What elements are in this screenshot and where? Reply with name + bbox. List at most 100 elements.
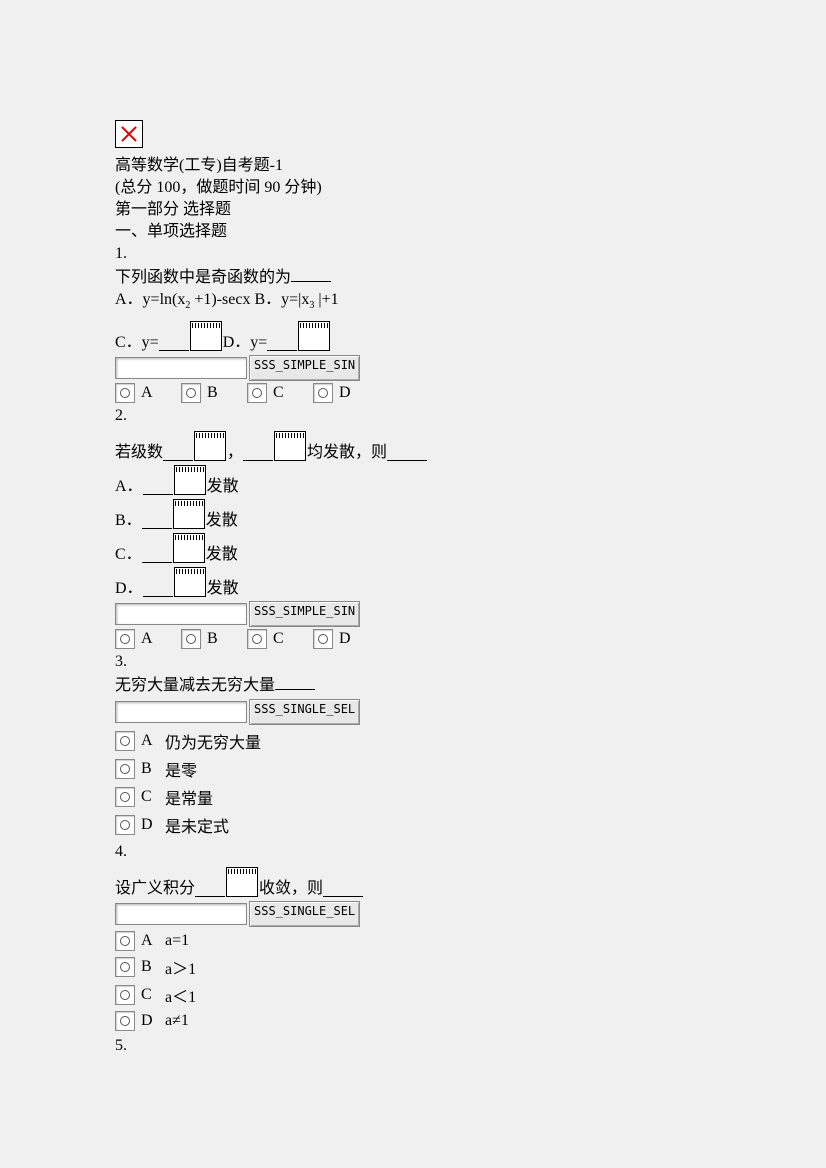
option-letter: B: [141, 760, 157, 778]
radio-option-b[interactable]: B是零: [115, 757, 715, 781]
blank: [291, 265, 331, 282]
radio-icon: [247, 383, 267, 403]
radio-option-a[interactable]: Aa=1: [115, 931, 715, 951]
question-number: 4.: [115, 841, 715, 863]
answer-input[interactable]: [115, 603, 247, 625]
question-type-button[interactable]: SSS_SIMPLE_SIN: [249, 355, 360, 381]
radio-icon: [115, 759, 135, 779]
question-stem: 若级数 ， 均发散，则: [115, 431, 715, 461]
option-text: a=1: [165, 932, 189, 949]
formula-image-placeholder: [298, 321, 330, 351]
option-b: B． 发散: [115, 499, 715, 529]
option-b-after: 发散: [206, 513, 238, 529]
radio-option-d[interactable]: D 是未定式: [115, 813, 715, 837]
formula-image-placeholder: [190, 321, 222, 351]
radio-icon: [313, 383, 333, 403]
blank: [243, 444, 273, 461]
option-letter: D: [339, 384, 355, 402]
option-d-after: 发散: [207, 581, 239, 597]
blank: [387, 444, 427, 461]
option-b-text: B．y=|x: [254, 291, 309, 308]
option-d-text: D．y=: [223, 335, 268, 351]
option-a-after: +1)-secx: [190, 291, 250, 308]
answer-input-row: SSS_SINGLE_SEL: [115, 699, 715, 725]
part-heading: 第一部分 选择题: [115, 199, 715, 221]
formula-image-placeholder: [173, 533, 205, 563]
option-letter: B: [141, 958, 157, 976]
question-number: 5.: [115, 1035, 715, 1057]
radio-option-b[interactable]: Ba＞1: [115, 955, 715, 979]
blank: [195, 880, 225, 897]
radio-option-c[interactable]: C是常量: [115, 785, 715, 809]
formula-image-placeholder: [173, 499, 205, 529]
radio-icon: [115, 985, 135, 1005]
radio-option-b[interactable]: B: [181, 383, 223, 403]
option-text: a＞1: [165, 961, 196, 978]
question-number: 3.: [115, 651, 715, 673]
option-c-text: C．y=: [115, 335, 159, 351]
option-letter: D: [339, 630, 355, 648]
option-row-cd: C．y= D．y=: [115, 321, 715, 351]
option-b-label: B．: [115, 513, 142, 529]
broken-image-icon: [115, 120, 143, 148]
radio-row: A B C D: [115, 383, 715, 403]
radio-option-a[interactable]: A: [115, 383, 157, 403]
answer-input-row: SSS_SINGLE_SEL: [115, 901, 715, 927]
radio-row: A B C D: [115, 629, 715, 649]
answer-input-row: SSS_SIMPLE_SIN: [115, 601, 715, 627]
option-a-after: 发散: [207, 479, 239, 495]
option-letter: A: [141, 630, 157, 648]
radio-icon: [313, 629, 333, 649]
radio-icon: [115, 731, 135, 751]
section-heading: 一、单项选择题: [115, 221, 715, 243]
stem-after: 均发散，则: [307, 445, 387, 461]
radio-option-c[interactable]: C: [247, 383, 289, 403]
blank: [142, 546, 172, 563]
radio-option-c[interactable]: C: [247, 629, 289, 649]
radio-icon: [115, 787, 135, 807]
blank: [143, 580, 173, 597]
radio-icon: [115, 815, 135, 835]
radio-icon: [115, 957, 135, 977]
radio-option-a[interactable]: A仍为无穷大量: [115, 729, 715, 753]
answer-input-row: SSS_SIMPLE_SIN: [115, 355, 715, 381]
question-type-button[interactable]: SSS_SIMPLE_SIN: [249, 601, 360, 627]
option-text: a≠1: [165, 1012, 189, 1029]
option-letter: D: [141, 816, 157, 834]
question-type-button[interactable]: SSS_SINGLE_SEL: [249, 699, 360, 725]
question-number: 1.: [115, 243, 715, 265]
option-text: a＜1: [165, 989, 196, 1006]
option-letter: C: [141, 986, 157, 1004]
blank: [323, 880, 363, 897]
page-title: 高等数学(工专)自考题-1: [115, 155, 715, 177]
question-number: 2.: [115, 405, 715, 427]
radio-icon: [115, 931, 135, 951]
stem-text: 下列函数中是奇函数的为: [115, 269, 291, 286]
stem-pre: 设广义积分: [115, 881, 195, 897]
radio-icon: [181, 629, 201, 649]
blank: [275, 673, 315, 690]
option-d-label: D．: [115, 581, 143, 597]
answer-input[interactable]: [115, 357, 247, 379]
radio-option-a[interactable]: A: [115, 629, 157, 649]
question-type-button[interactable]: SSS_SINGLE_SEL: [249, 901, 360, 927]
answer-input[interactable]: [115, 701, 247, 723]
radio-option-c[interactable]: Ca＜1: [115, 983, 715, 1007]
answer-input[interactable]: [115, 903, 247, 925]
blank: [163, 444, 193, 461]
radio-icon: [247, 629, 267, 649]
radio-option-b[interactable]: B: [181, 629, 223, 649]
option-letter: B: [207, 384, 223, 402]
option-c: C． 发散: [115, 533, 715, 563]
blank: [143, 478, 173, 495]
option-a: A． 发散: [115, 465, 715, 495]
document-page: 高等数学(工专)自考题-1 (总分 100，做题时间 90 分钟) 第一部分 选…: [0, 0, 715, 1057]
radio-option-d[interactable]: Da≠1: [115, 1011, 715, 1031]
radio-option-d[interactable]: D: [313, 383, 355, 403]
radio-option-d[interactable]: D: [313, 629, 355, 649]
radio-icon: [115, 1011, 135, 1031]
page-subtitle: (总分 100，做题时间 90 分钟): [115, 177, 715, 199]
vertical-options: Aa=1 Ba＞1 Ca＜1 Da≠1: [115, 931, 715, 1031]
option-text: 是未定式: [165, 819, 229, 836]
formula-image-placeholder: [226, 867, 258, 897]
